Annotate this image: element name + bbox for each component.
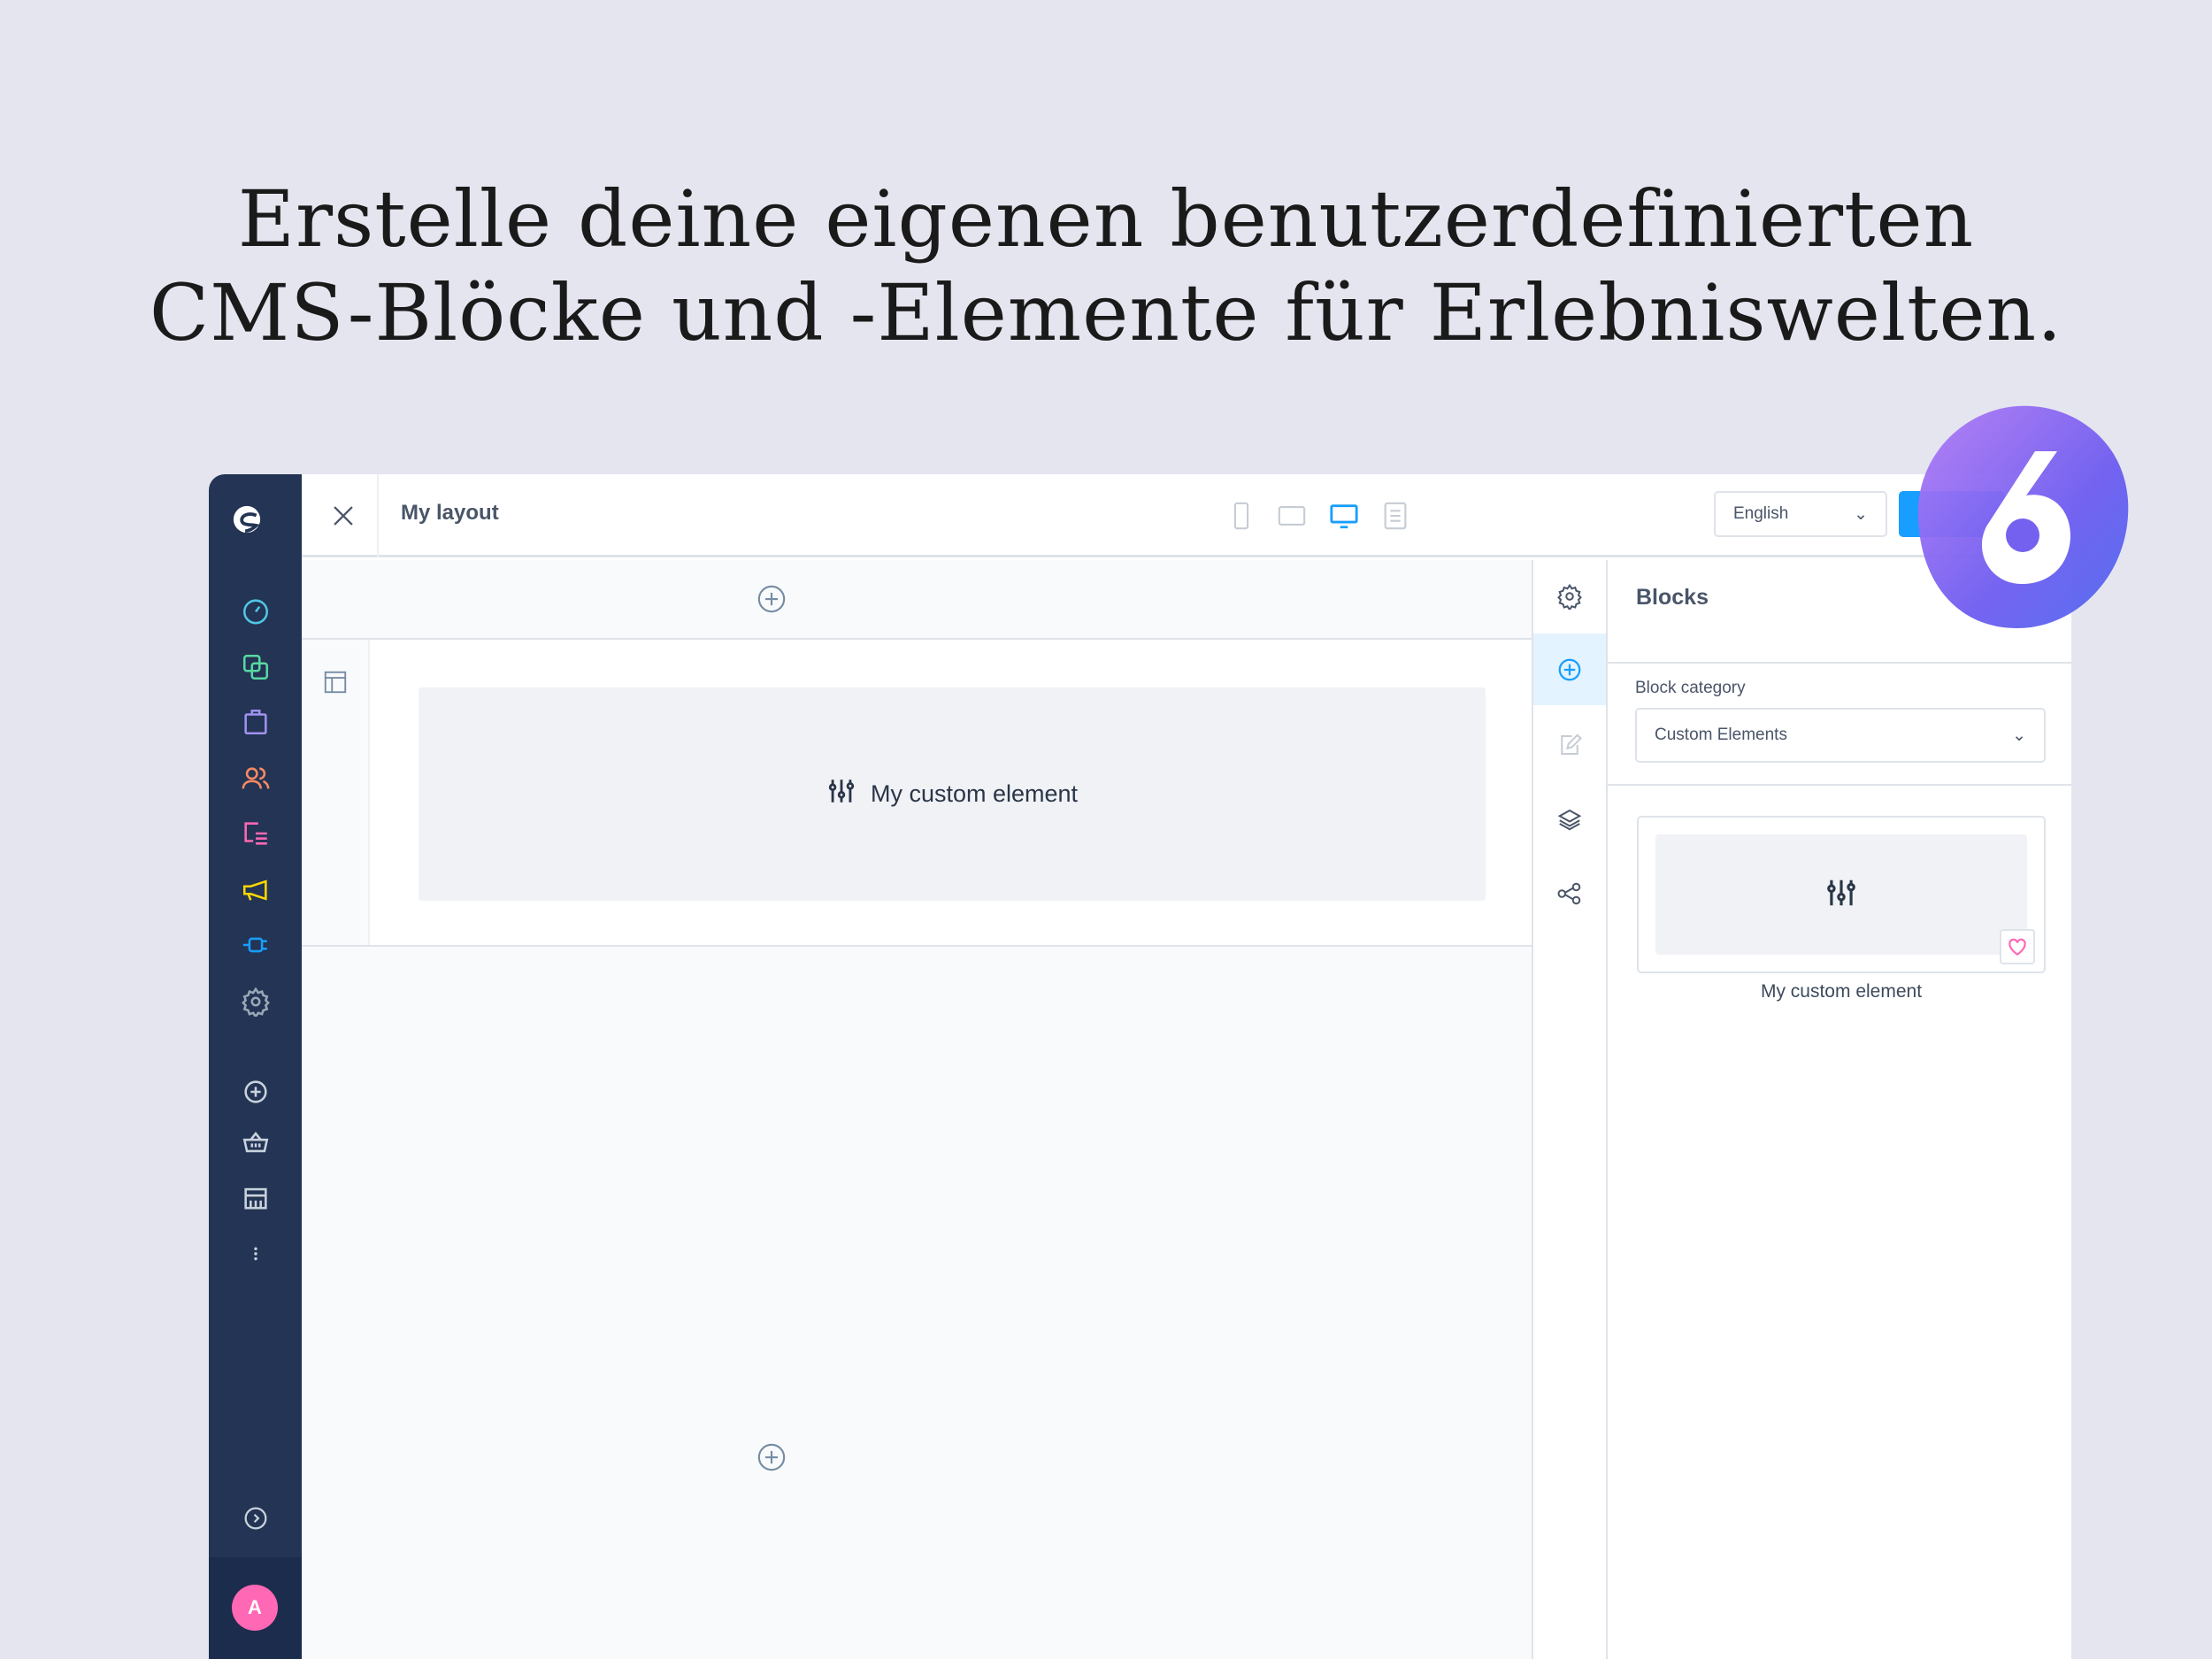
sliders-icon bbox=[826, 776, 856, 812]
divider bbox=[1608, 784, 2071, 786]
basket-icon[interactable] bbox=[241, 1127, 271, 1157]
storefront-icon[interactable] bbox=[241, 1183, 271, 1213]
heart-icon bbox=[2008, 938, 2026, 956]
avatar[interactable]: A bbox=[232, 1585, 278, 1631]
block-card[interactable] bbox=[1637, 816, 2046, 973]
element-label: My custom element bbox=[870, 780, 1079, 807]
device-list-icon[interactable] bbox=[1380, 501, 1410, 531]
add-circle-icon[interactable] bbox=[241, 1077, 271, 1107]
panel-title: Blocks bbox=[1636, 585, 1709, 610]
sliders-icon bbox=[1824, 876, 1858, 914]
dashboard-icon[interactable] bbox=[241, 595, 271, 626]
marketing-icon[interactable] bbox=[241, 875, 271, 905]
tab-add-blocks[interactable] bbox=[1533, 634, 1606, 705]
device-desktop-icon[interactable] bbox=[1329, 501, 1359, 531]
block-label: My custom element bbox=[1760, 981, 1923, 1002]
add-section-bottom-icon[interactable] bbox=[757, 1442, 787, 1472]
block-category-label: Block category bbox=[1635, 679, 1746, 697]
language-select[interactable]: English ⌄ bbox=[1714, 491, 1887, 537]
tab-share[interactable] bbox=[1533, 857, 1606, 929]
shopware-6-badge bbox=[1911, 403, 2132, 633]
device-mobile-icon[interactable] bbox=[1226, 501, 1256, 531]
divider bbox=[1608, 662, 2071, 664]
custom-element-block[interactable]: My custom element bbox=[419, 687, 1486, 901]
chevron-down-icon: ⌄ bbox=[2012, 726, 2026, 745]
add-section-top-icon[interactable] bbox=[757, 584, 787, 614]
block-preview bbox=[1655, 834, 2027, 955]
block-category-select[interactable]: Custom Elements ⌄ bbox=[1635, 708, 2046, 763]
section-layout-icon[interactable] bbox=[322, 669, 349, 695]
divider bbox=[377, 474, 379, 557]
layout-title: My layout bbox=[401, 501, 499, 525]
settings-icon[interactable] bbox=[241, 987, 271, 1019]
close-button[interactable] bbox=[328, 501, 358, 531]
layout-section[interactable]: My custom element bbox=[302, 638, 1532, 947]
app-window: A My layout English ⌄ My custom element bbox=[209, 474, 2071, 1659]
headline-line-1: Erstelle deine eigenen benutzerdefiniert… bbox=[237, 173, 1975, 265]
catalog-icon[interactable] bbox=[241, 652, 271, 682]
sidebar-tabs bbox=[1532, 560, 1608, 1659]
block-category-value: Custom Elements bbox=[1655, 726, 1787, 744]
chevron-down-icon: ⌄ bbox=[1854, 504, 1868, 524]
section-sidebar bbox=[302, 640, 370, 945]
tab-settings[interactable] bbox=[1533, 560, 1606, 632]
favorite-button[interactable] bbox=[2000, 929, 2035, 964]
language-value: English bbox=[1733, 504, 1789, 523]
more-icon[interactable] bbox=[241, 1239, 271, 1269]
device-tablet-icon[interactable] bbox=[1277, 501, 1307, 531]
tab-edit[interactable] bbox=[1533, 709, 1606, 780]
headline-line-2: CMS-Blöcke und -Elemente für Erlebniswel… bbox=[149, 267, 2063, 358]
user-area: A bbox=[209, 1557, 302, 1659]
extensions-icon[interactable] bbox=[241, 930, 271, 960]
shopware-logo[interactable] bbox=[232, 504, 280, 552]
layout-canvas: My custom element bbox=[302, 560, 1532, 1659]
admin-sidebar: A bbox=[209, 474, 302, 1659]
expand-sidebar-icon[interactable] bbox=[241, 1503, 271, 1533]
top-bar: My layout English ⌄ bbox=[302, 474, 2071, 557]
tab-layers[interactable] bbox=[1533, 783, 1606, 855]
content-icon[interactable] bbox=[241, 818, 271, 849]
customers-icon[interactable] bbox=[241, 764, 271, 794]
headline: Erstelle deine eigenen benutzerdefiniert… bbox=[0, 173, 2212, 360]
blocks-panel: Blocks Block category Custom Elements ⌄ … bbox=[1608, 560, 2071, 1659]
orders-icon[interactable] bbox=[241, 707, 271, 737]
